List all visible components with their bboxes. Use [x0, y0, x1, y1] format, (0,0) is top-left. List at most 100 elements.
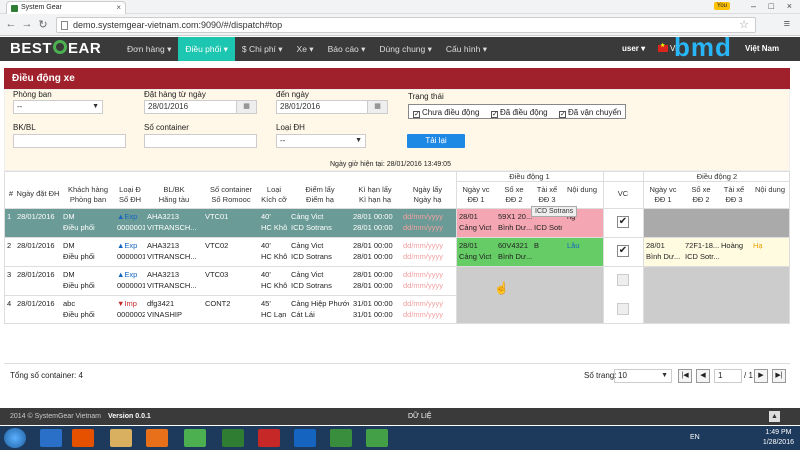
- table-cell-kich[interactable]: 40': [261, 241, 289, 251]
- vc-checkbox[interactable]: ✔: [617, 216, 629, 228]
- loai-dh-select[interactable]: -- ▼: [276, 134, 366, 148]
- app-logo[interactable]: BEST EAR: [10, 40, 101, 57]
- table-cell-d1-ngay2[interactable]: Cảng Vict: [459, 223, 495, 233]
- table-cell-loai[interactable]: ▲Exp: [117, 212, 145, 222]
- table-cell-nl[interactable]: dd/mm/yyyy: [403, 299, 455, 309]
- col-dd2-dd1[interactable]: ĐĐ 1: [643, 195, 683, 205]
- nav-config[interactable]: Cấu hình ▾: [439, 37, 494, 61]
- col-diem-lay[interactable]: Điểm lấy: [289, 185, 351, 195]
- table-cell-d1-xe[interactable]: 60V4321: [498, 241, 532, 251]
- table-cell-nh[interactable]: dd/mm/yyyy: [403, 281, 455, 291]
- table-cell-loai[interactable]: ▲Exp: [117, 241, 145, 251]
- table-cell-d2-xe2[interactable]: ICD Sotr...: [685, 252, 719, 262]
- table-cell-d2-nd[interactable]: Hạ: [753, 241, 789, 251]
- table-cell-cont[interactable]: CONT2: [205, 299, 257, 309]
- maximize-icon[interactable]: □: [769, 1, 774, 11]
- phong-ban-select[interactable]: -- ▼: [13, 100, 103, 114]
- table-cell-diem-ha[interactable]: ICD Sotrans: [291, 223, 349, 233]
- col-dd1-taixe[interactable]: Tài xế: [532, 185, 562, 195]
- col-ngay-dat[interactable]: Ngày đặt ĐH: [15, 189, 61, 199]
- table-cell-kh-ha[interactable]: 31/01 00:00: [353, 310, 399, 320]
- table-cell-bl[interactable]: AHA3213: [147, 212, 201, 222]
- col-dd1-noidung[interactable]: Nội dung: [562, 185, 602, 195]
- table-cell-cont[interactable]: VTC01: [205, 212, 257, 222]
- language-indicator[interactable]: EN: [690, 434, 700, 441]
- calendar-icon[interactable]: ▦: [367, 101, 387, 113]
- table-cell-kich[interactable]: 40': [261, 270, 289, 280]
- table-cell-kh-lay[interactable]: 31/01 00:00: [353, 299, 399, 309]
- table-cell-hang[interactable]: VITRANSCH...: [147, 252, 201, 262]
- col-ki-han-lay[interactable]: Kì hạn lấy: [351, 185, 399, 195]
- vc-checkbox[interactable]: ✔: [617, 245, 629, 257]
- col-dd1-dd3[interactable]: ĐĐ 3: [532, 195, 562, 205]
- reload-button[interactable]: Tải lại: [407, 134, 465, 148]
- table-cell-loai[interactable]: ▼Imp: [117, 299, 145, 309]
- col-diem-ha[interactable]: Điểm hạ: [289, 195, 351, 205]
- url-input[interactable]: demo.systemgear-vietnam.com:9090/#/dispa…: [56, 17, 756, 33]
- table-cell-d1-ngay[interactable]: 28/01: [459, 212, 495, 222]
- table-cell-nh[interactable]: dd/mm/yyyy: [403, 252, 455, 262]
- table-cell-kh-ha[interactable]: 28/01 00:00: [353, 223, 399, 233]
- status-da-van-chuyen[interactable]: ✓ Đã vận chuyển: [559, 108, 621, 118]
- next-page-button[interactable]: ▶: [754, 369, 768, 383]
- word-icon[interactable]: [294, 429, 316, 447]
- table-cell-loai[interactable]: ▲Exp: [117, 270, 145, 280]
- table-cell-kh[interactable]: DM: [63, 212, 113, 222]
- folder-icon[interactable]: [110, 429, 132, 447]
- col-dd1-ngay[interactable]: Ngày vc: [456, 185, 496, 195]
- table-cell-kich[interactable]: 45': [261, 299, 289, 309]
- table-cell-hang[interactable]: VITRANSCH...: [147, 223, 201, 233]
- media-player-icon[interactable]: [72, 429, 94, 447]
- col-dd1-dd1[interactable]: ĐĐ 1: [456, 195, 496, 205]
- table-cell-kh-lay[interactable]: 28/01 00:00: [353, 270, 399, 280]
- back-icon[interactable]: ←: [4, 18, 18, 30]
- table-cell-diem-lay[interactable]: Cảng Hiệp Phước: [291, 299, 349, 309]
- col-dd2-noidung[interactable]: Nội dung: [749, 185, 789, 195]
- chrome-icon[interactable]: [184, 429, 206, 447]
- status-da-dieu-dong[interactable]: ✓ Đã điều động: [491, 108, 548, 118]
- col-phong-ban[interactable]: Phòng ban: [61, 195, 115, 205]
- table-cell-bl[interactable]: AHA3213: [147, 241, 201, 251]
- col-so-dh[interactable]: Số ĐH: [115, 195, 145, 205]
- table-cell-kh-lay[interactable]: 28/01 00:00: [353, 241, 399, 251]
- status-chua-dieu-dong[interactable]: ✓ Chưa điều động: [413, 108, 479, 118]
- camtasia-recorder-icon[interactable]: [366, 429, 388, 447]
- close-window-icon[interactable]: ×: [787, 1, 792, 11]
- page-size-select[interactable]: 10 ▼: [614, 369, 672, 383]
- table-cell-d1-xe[interactable]: 59X1 20...: [498, 212, 532, 222]
- table-cell-no[interactable]: 2: [7, 241, 15, 251]
- table-cell-pb[interactable]: Điều phối: [63, 281, 113, 291]
- nav-costs[interactable]: $ Chi phí ▾: [235, 37, 290, 61]
- table-cell-so-dh[interactable]: 0000001: [117, 281, 145, 291]
- table-cell-d1-xe2[interactable]: Bình Dư...: [498, 252, 532, 262]
- table-cell-d1-ngay2[interactable]: Cảng Vict: [459, 252, 495, 262]
- nav-reports[interactable]: Báo cáo ▾: [321, 37, 373, 61]
- table-cell-nh[interactable]: dd/mm/yyyy: [403, 310, 455, 320]
- table-cell-bl[interactable]: AHA3213: [147, 270, 201, 280]
- table-cell-d2-ngay[interactable]: 28/01: [646, 241, 682, 251]
- table-cell-nl[interactable]: dd/mm/yyyy: [403, 270, 455, 280]
- table-cell-so-dh[interactable]: 0000002: [117, 310, 145, 320]
- table-cell-kich2[interactable]: HC Lạn: [261, 310, 289, 320]
- table-cell-pb[interactable]: Điều phối: [63, 252, 113, 262]
- table-cell-diem-lay[interactable]: Cảng Vict: [291, 212, 349, 222]
- col-dd2-dd3[interactable]: ĐĐ 3: [719, 195, 749, 205]
- powerpoint-icon[interactable]: [258, 429, 280, 447]
- container-input[interactable]: [144, 134, 257, 148]
- col-vc[interactable]: VC: [603, 189, 643, 199]
- table-cell-hang[interactable]: VITRANSCH...: [147, 281, 201, 291]
- table-cell-diem-lay[interactable]: Cảng Vict: [291, 241, 349, 251]
- table-cell-ngay[interactable]: 28/01/2016: [17, 270, 61, 280]
- table-cell-pb[interactable]: Điều phối: [63, 310, 113, 320]
- table-cell-kh-ha[interactable]: 28/01 00:00: [353, 252, 399, 262]
- col-ngay-lay[interactable]: Ngày lấy: [399, 185, 456, 195]
- table-cell-pb[interactable]: Điều phối: [63, 223, 113, 233]
- table-cell-so-dh[interactable]: 0000001: [117, 223, 145, 233]
- table-cell-bl[interactable]: dfg3421: [147, 299, 201, 309]
- user-menu[interactable]: user ▾: [622, 44, 645, 53]
- table-cell-nl[interactable]: dd/mm/yyyy: [403, 241, 455, 251]
- table-cell-nh[interactable]: dd/mm/yyyy: [403, 223, 455, 233]
- table-cell-ngay[interactable]: 28/01/2016: [17, 241, 61, 251]
- table-cell-d1-ngay[interactable]: 28/01: [459, 241, 495, 251]
- table-cell-kh-lay[interactable]: 28/01 00:00: [353, 212, 399, 222]
